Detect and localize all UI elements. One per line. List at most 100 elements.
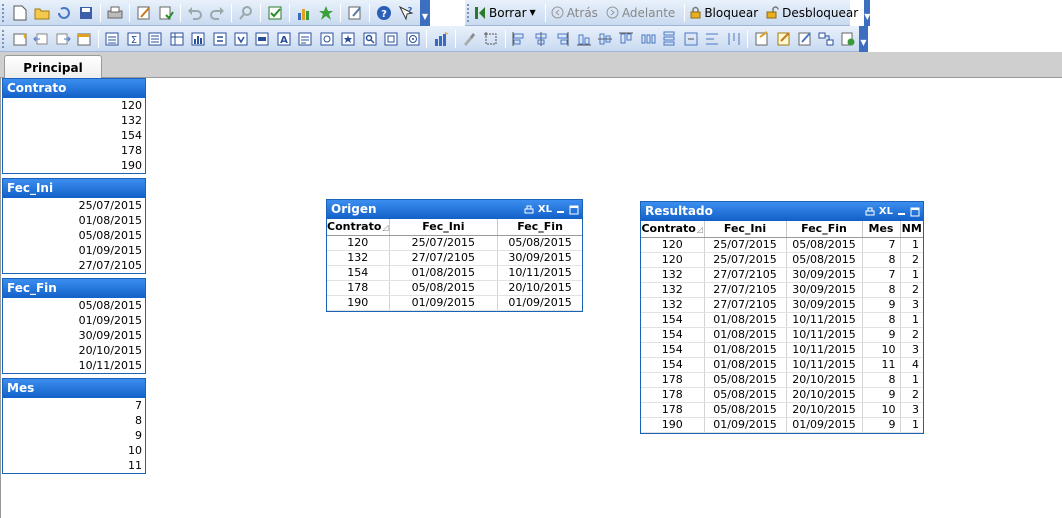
listbox-caption[interactable]: Fec_Ini xyxy=(3,179,145,198)
table-cell[interactable]: 9 xyxy=(862,417,901,433)
table-cell[interactable]: 05/08/2015 xyxy=(497,235,582,251)
table-cell[interactable]: 9 xyxy=(862,327,901,343)
search-icon[interactable] xyxy=(237,4,255,22)
table-cell[interactable]: 10/11/2015 xyxy=(786,357,863,373)
list-item[interactable]: 190 xyxy=(3,158,145,173)
lock-button[interactable]: Bloquear xyxy=(690,6,758,20)
table-cell[interactable]: 8 xyxy=(862,282,901,298)
list-item[interactable]: 9 xyxy=(3,428,145,443)
toolbar-overflow-chevron[interactable]: ▼ xyxy=(420,0,430,26)
listbox-caption[interactable]: Fec_Fin xyxy=(3,279,145,298)
table-cell[interactable]: 2 xyxy=(900,282,923,298)
distribute-horizontal-icon[interactable] xyxy=(639,30,656,48)
table-cell[interactable]: 20/10/2015 xyxy=(786,387,863,403)
list-item[interactable]: 11 xyxy=(3,458,145,473)
toolbar-grip[interactable] xyxy=(467,3,469,22)
table-cell[interactable]: 178 xyxy=(327,280,390,296)
table-cell[interactable]: 01/08/2015 xyxy=(704,312,787,328)
undo-icon[interactable] xyxy=(186,4,204,22)
clear-button[interactable]: Borrar ▼ xyxy=(474,6,536,20)
table-cell[interactable]: 10/11/2015 xyxy=(786,327,863,343)
button-object-icon[interactable] xyxy=(254,30,271,48)
new-sheet-icon[interactable] xyxy=(11,30,28,48)
list-item[interactable]: 05/08/2015 xyxy=(3,298,145,313)
table-cell[interactable]: 154 xyxy=(641,342,705,358)
send-to-excel-button[interactable]: XL xyxy=(538,200,552,219)
table-cell[interactable]: 190 xyxy=(641,417,705,433)
tab-principal[interactable]: Principal xyxy=(4,55,102,79)
table-row[interactable]: 132 27/07/2105 30/09/2015 8 2 xyxy=(641,282,923,298)
listbox-contrato[interactable]: Contrato 120 132 154 178 190 xyxy=(2,78,146,174)
table-cell[interactable]: 132 xyxy=(327,250,390,266)
table-row[interactable]: 132 27/07/2105 30/09/2015 7 1 xyxy=(641,267,923,283)
table-cell[interactable]: 154 xyxy=(641,327,705,343)
table-cell[interactable]: 3 xyxy=(900,342,923,358)
tablebox-origen[interactable]: Origen XL Contrato◿ Fec_Ini Fec_Fin 120 … xyxy=(326,199,583,312)
table-cell[interactable]: 10/11/2015 xyxy=(786,312,863,328)
table-cell[interactable]: 9 xyxy=(862,387,901,403)
table-cell[interactable]: 154 xyxy=(641,357,705,373)
input-box-icon[interactable] xyxy=(211,30,228,48)
list-item[interactable]: 10 xyxy=(3,443,145,458)
table-cell[interactable]: 2 xyxy=(900,387,923,403)
save-icon[interactable] xyxy=(77,4,95,22)
table-cell[interactable]: 178 xyxy=(641,387,705,403)
table-cell[interactable]: 3 xyxy=(900,402,923,418)
container-object-icon[interactable] xyxy=(382,30,399,48)
table-cell[interactable]: 7 xyxy=(862,267,901,283)
table-cell[interactable]: 120 xyxy=(641,252,705,268)
toolbar-grip[interactable] xyxy=(2,29,6,48)
send-to-excel-button[interactable]: XL xyxy=(879,202,893,221)
table-cell[interactable]: 7 xyxy=(862,237,901,253)
align-bottom-icon[interactable] xyxy=(575,30,592,48)
open-folder-icon[interactable] xyxy=(33,4,51,22)
table-cell[interactable]: 05/08/2015 xyxy=(786,252,863,268)
list-item[interactable]: 25/07/2015 xyxy=(3,198,145,213)
unlock-button[interactable]: Desbloquear xyxy=(766,6,858,20)
tablebox-caption[interactable]: Origen XL xyxy=(327,200,582,219)
table-cell[interactable]: 01/09/2015 xyxy=(497,295,582,311)
table-cell[interactable]: 11 xyxy=(862,357,901,373)
table-row[interactable]: 178 05/08/2015 20/10/2015 xyxy=(327,280,582,296)
table-cell[interactable]: 01/08/2015 xyxy=(704,327,787,343)
table-cell[interactable]: 10/11/2015 xyxy=(497,265,582,281)
minimize-icon[interactable] xyxy=(897,207,906,216)
table-cell[interactable]: 05/08/2015 xyxy=(704,402,787,418)
macro-icon[interactable] xyxy=(839,30,856,48)
table-cell[interactable]: 4 xyxy=(900,357,923,373)
line-arrow-object-icon[interactable] xyxy=(297,30,314,48)
reload-icon[interactable] xyxy=(55,4,73,22)
table-cell[interactable]: 120 xyxy=(327,235,390,251)
table-row[interactable]: 132 27/07/2105 30/09/2015 xyxy=(327,250,582,266)
table-row[interactable]: 154 01/08/2015 10/11/2015 8 1 xyxy=(641,312,923,328)
new-document-icon[interactable] xyxy=(11,4,29,22)
table-cell[interactable]: 25/07/2015 xyxy=(389,235,499,251)
bookmark-star-icon[interactable] xyxy=(317,4,335,22)
listbox-caption[interactable]: Contrato xyxy=(3,79,145,98)
table-cell[interactable]: 30/09/2015 xyxy=(786,267,863,283)
text-object-icon[interactable]: A xyxy=(275,30,292,48)
redo-icon[interactable] xyxy=(208,4,226,22)
edit-script-icon[interactable] xyxy=(135,4,153,22)
table-cell[interactable]: 01/09/2015 xyxy=(786,417,863,433)
table-cell[interactable]: 20/10/2015 xyxy=(497,280,582,296)
table-cell[interactable]: 27/07/2105 xyxy=(704,267,787,283)
column-header-mes[interactable]: Mes xyxy=(862,221,901,238)
slider-object-icon[interactable] xyxy=(318,30,335,48)
column-header-fec-ini[interactable]: Fec_Ini xyxy=(704,221,787,238)
table-cell[interactable]: 01/09/2015 xyxy=(704,417,787,433)
list-item[interactable]: 01/09/2015 xyxy=(3,243,145,258)
reload-data-icon[interactable] xyxy=(157,4,175,22)
table-cell[interactable]: 8 xyxy=(862,312,901,328)
table-cell[interactable]: 30/09/2015 xyxy=(786,297,863,313)
table-row[interactable]: 190 01/09/2015 01/09/2015 xyxy=(327,295,582,311)
listbox-caption[interactable]: Mes xyxy=(3,379,145,398)
table-row[interactable]: 120 25/07/2015 05/08/2015 7 1 xyxy=(641,237,923,253)
table-cell[interactable]: 1 xyxy=(900,372,923,388)
back-button[interactable]: Atrás xyxy=(551,6,598,20)
list-item[interactable]: 132 xyxy=(3,113,145,128)
table-cell[interactable]: 132 xyxy=(641,282,705,298)
distribute-vertical-icon[interactable] xyxy=(661,30,678,48)
table-cell[interactable]: 154 xyxy=(641,312,705,328)
listbox-fec-ini[interactable]: Fec_Ini 25/07/2015 01/08/2015 05/08/2015… xyxy=(2,178,146,274)
